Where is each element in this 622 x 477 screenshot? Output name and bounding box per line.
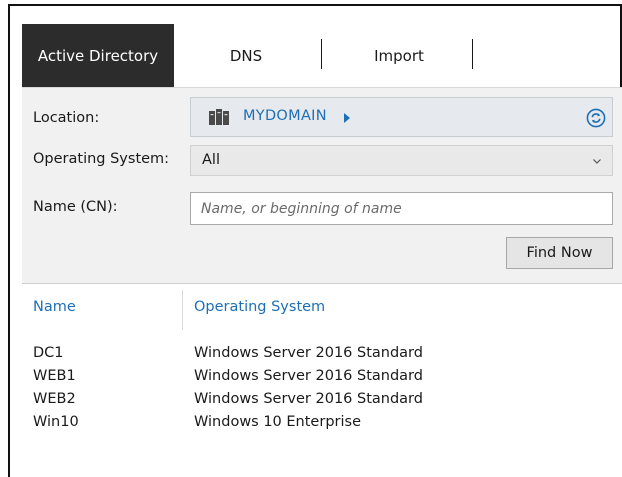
find-now-button[interactable]: Find Now bbox=[506, 237, 613, 269]
tab-separator bbox=[321, 39, 322, 69]
tab-label: Import bbox=[374, 46, 424, 65]
frame-border-left bbox=[8, 4, 10, 477]
refresh-icon[interactable] bbox=[586, 108, 606, 128]
location-value[interactable]: MYDOMAIN bbox=[243, 108, 327, 124]
tab-dns[interactable]: DNS bbox=[194, 24, 298, 87]
column-header-name[interactable]: Name bbox=[33, 299, 76, 315]
computer-os: Windows 10 Enterprise bbox=[194, 414, 361, 430]
computer-name: WEB1 bbox=[33, 368, 76, 384]
tab-label: Active Directory bbox=[37, 46, 159, 65]
server-icon bbox=[209, 109, 229, 125]
computer-name: DC1 bbox=[33, 345, 64, 361]
tab-separator bbox=[472, 39, 473, 69]
operating-system-value: All bbox=[202, 152, 220, 168]
name-field[interactable] bbox=[190, 192, 613, 225]
list-item[interactable]: DC1 Windows Server 2016 Standard bbox=[22, 345, 622, 368]
column-divider[interactable] bbox=[182, 290, 183, 330]
column-header-operating-system[interactable]: Operating System bbox=[194, 299, 325, 315]
computer-os: Windows Server 2016 Standard bbox=[194, 345, 423, 361]
list-item[interactable]: WEB1 Windows Server 2016 Standard bbox=[22, 368, 622, 391]
frame-border-top bbox=[8, 4, 622, 6]
operating-system-label: Operating System: bbox=[33, 151, 170, 167]
computer-name: WEB2 bbox=[33, 391, 76, 407]
computer-os: Windows Server 2016 Standard bbox=[194, 368, 423, 384]
computer-os: Windows Server 2016 Standard bbox=[194, 391, 423, 407]
tab-active-directory[interactable]: Active Directory bbox=[22, 24, 174, 87]
dialog-frame: Active Directory DNS Import Location: MY… bbox=[0, 0, 622, 477]
computer-name: Win10 bbox=[33, 414, 79, 430]
chevron-down-icon bbox=[593, 159, 601, 164]
list-item[interactable]: WEB2 Windows Server 2016 Standard bbox=[22, 391, 622, 414]
results-list: Name Operating System DC1 Windows Server… bbox=[22, 285, 622, 477]
breadcrumb-arrow-icon[interactable] bbox=[344, 113, 350, 123]
location-label: Location: bbox=[33, 110, 100, 126]
tab-label: DNS bbox=[229, 46, 263, 65]
tab-import[interactable]: Import bbox=[336, 24, 462, 87]
search-panel: Location: MYDOMAIN Operating System: All… bbox=[22, 87, 622, 284]
list-item[interactable]: Win10 Windows 10 Enterprise bbox=[22, 414, 622, 437]
name-label: Name (CN): bbox=[33, 199, 118, 215]
location-picker[interactable]: MYDOMAIN bbox=[190, 97, 613, 137]
operating-system-select[interactable]: All bbox=[190, 145, 613, 176]
